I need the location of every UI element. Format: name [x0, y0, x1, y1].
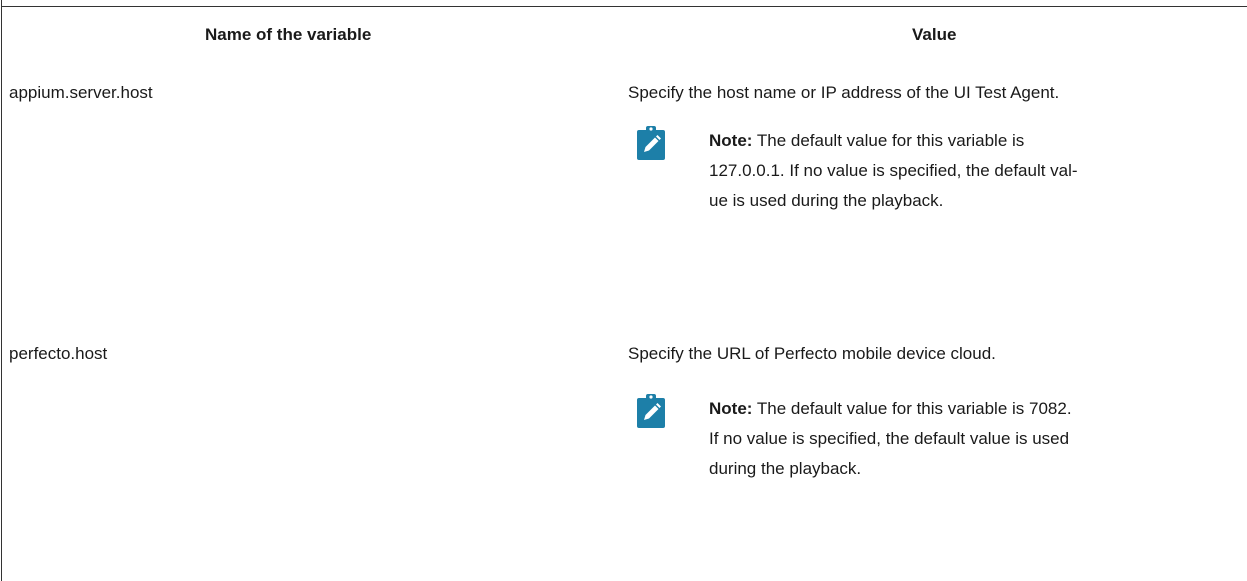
pencil-note-icon [637, 394, 665, 428]
table-top-border [1, 6, 1247, 7]
note-line: 127.0.0.1. If no value is specified, the… [709, 161, 1078, 180]
row-variable-name: perfecto.host [9, 344, 108, 363]
row-variable-name: appium.server.host [9, 83, 153, 102]
variables-table: Name of the variable Value appium.server… [0, 0, 1247, 581]
pencil-note-icon [637, 126, 665, 160]
note-label: Note: [709, 399, 753, 418]
note-block: Note: The default value for this variabl… [637, 394, 1213, 484]
note-line: The default value for this variable is [756, 131, 1025, 150]
note-line: ue is used during the playback. [709, 191, 944, 210]
note-line: during the playback. [709, 459, 862, 478]
row-variable-description: Specify the URL of Perfecto mobile devic… [628, 344, 996, 363]
column-header-value: Value [912, 25, 957, 44]
note-block: Note: The default value for this variabl… [637, 126, 1213, 216]
row-variable-description: Specify the host name or IP address of t… [628, 83, 1060, 102]
table-left-border [1, 0, 2, 581]
note-label: Note: [709, 131, 753, 150]
column-header-name: Name of the variable [205, 25, 372, 44]
note-line: The default value for this variable is 7… [756, 399, 1072, 418]
note-line: If no value is specified, the default va… [709, 429, 1070, 448]
